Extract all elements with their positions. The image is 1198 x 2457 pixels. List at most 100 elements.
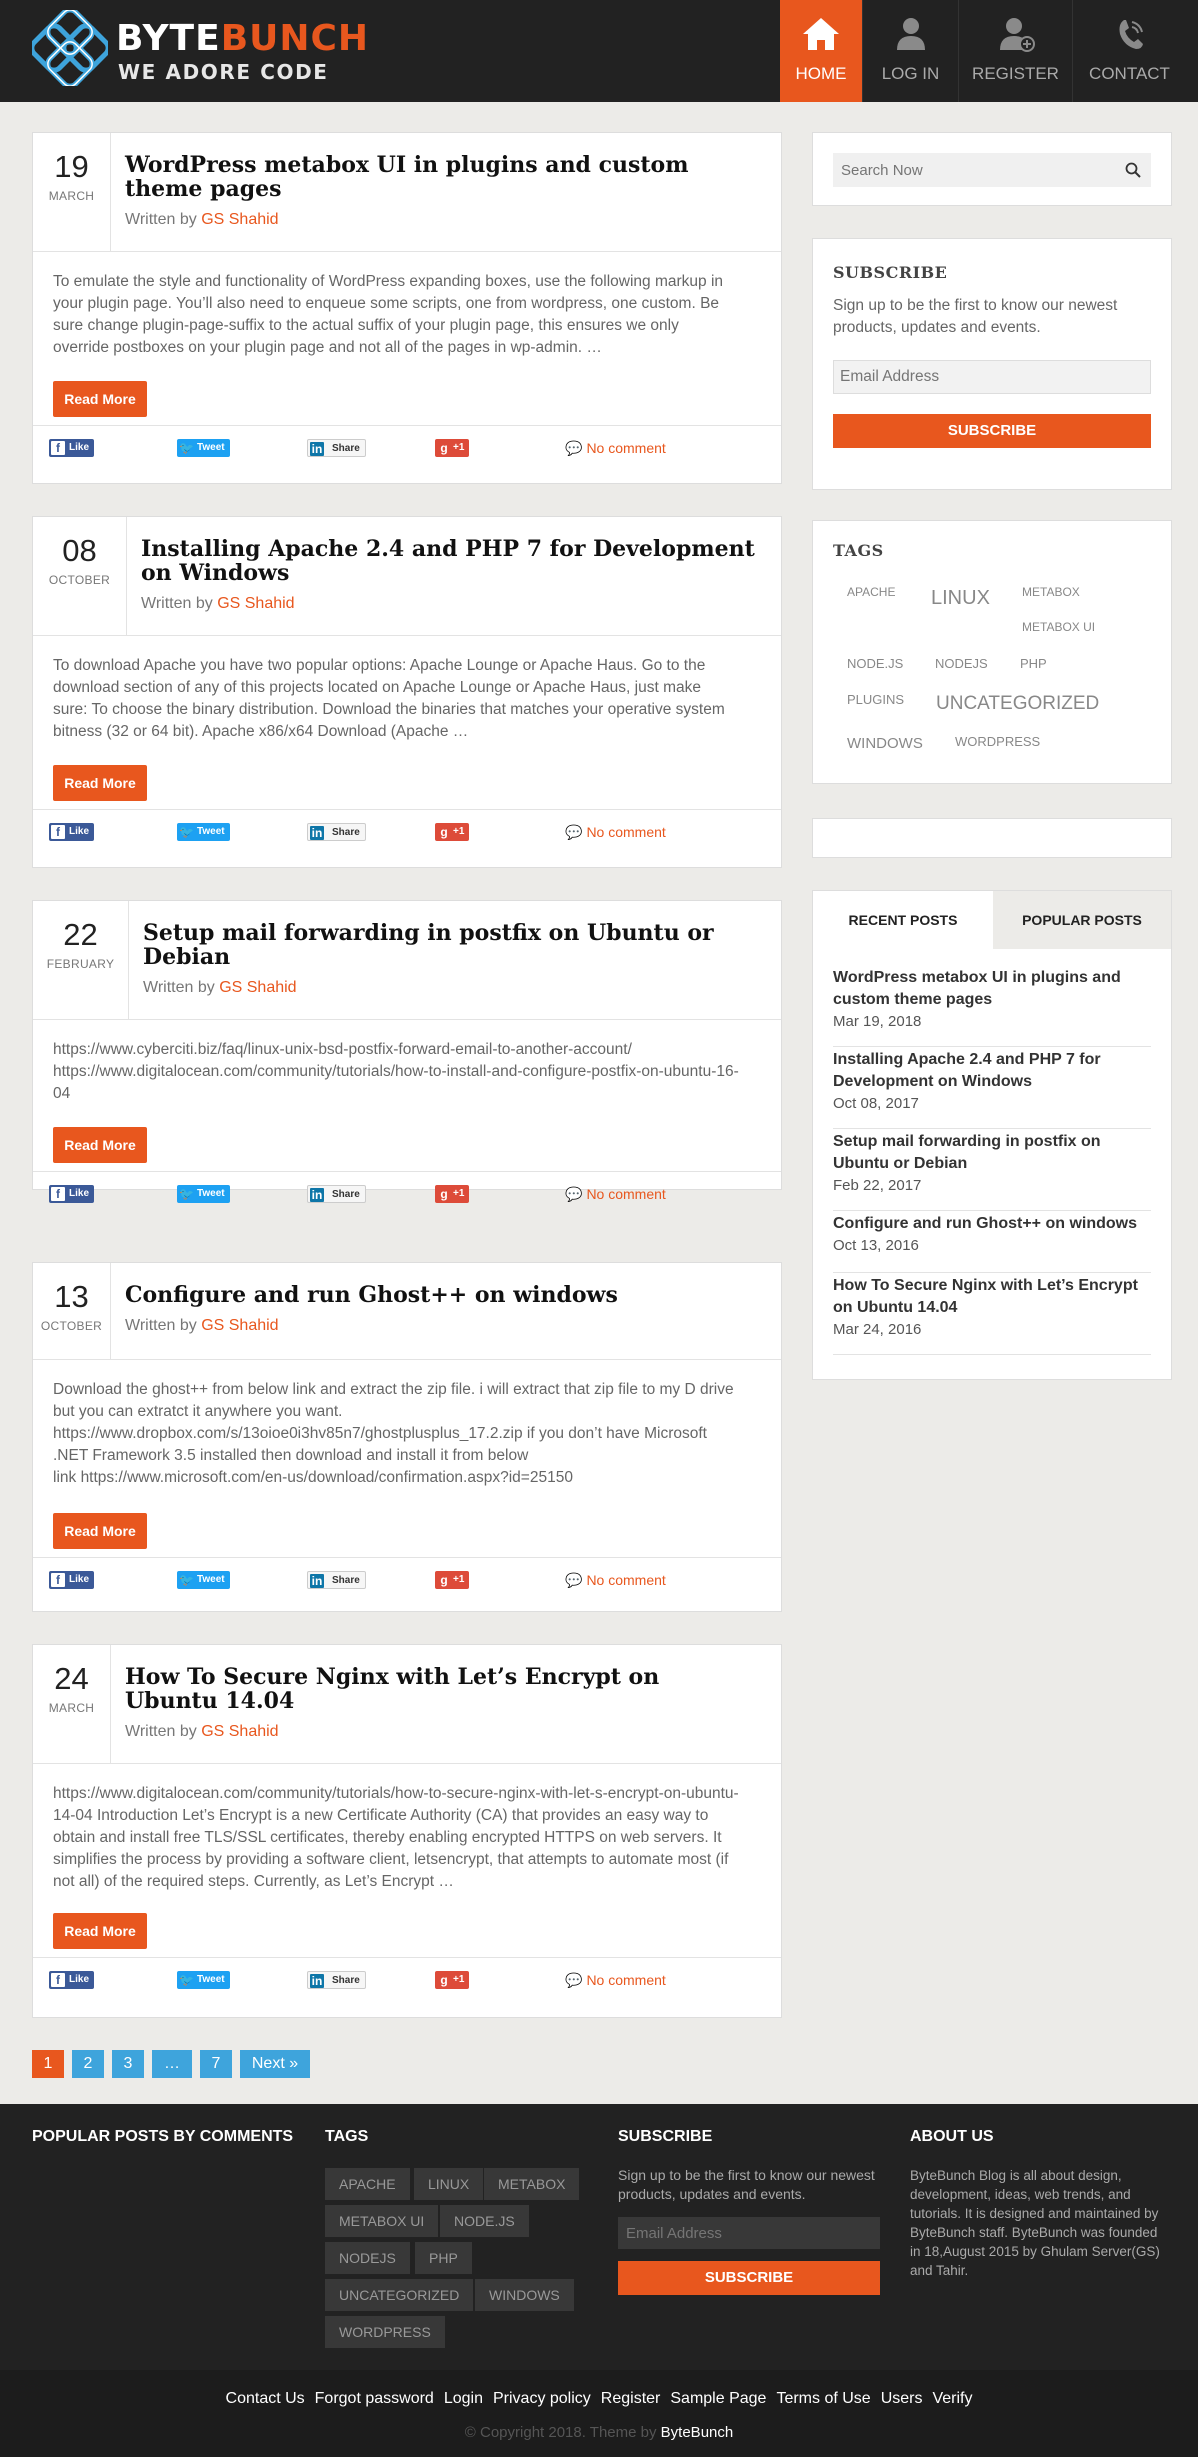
post-title-link[interactable]: How To Secure Nginx with Let’s Encrypt o… [125,1665,659,1713]
facebook-like-button[interactable]: f Like [49,823,95,841]
tag-link[interactable]: nodejs [935,656,988,671]
comments-link[interactable]: 💬 No comment [565,824,666,841]
next-page-link[interactable]: Next » [240,2050,310,2078]
footer-tag-link[interactable]: Uncategorized [325,2279,474,2311]
email-field[interactable] [833,360,1151,394]
facebook-like-button[interactable]: f Like [49,1571,95,1589]
subscribe-button[interactable]: SUBSCRIBE [833,414,1151,448]
nav-login[interactable]: LOG IN [862,0,958,102]
recent-post-title[interactable]: Configure and run Ghost++ on windows [833,1213,1151,1235]
post-title-link[interactable]: WordPress metabox UI in plugins and cust… [125,153,689,201]
tag-link[interactable]: windows [847,735,923,752]
google-plus-button[interactable]: g +1 [435,823,470,841]
footer-nav-link[interactable]: Contact Us [226,2390,305,2407]
tag-link[interactable]: metabox ui [1022,620,1095,634]
footer-nav-link[interactable]: Terms of Use [776,2390,870,2407]
comments-link[interactable]: 💬 No comment [565,440,666,457]
post-title-link[interactable]: Configure and run Ghost++ on windows [125,1283,618,1307]
nav-home[interactable]: HOME [780,0,862,102]
recent-post-item[interactable]: Installing Apache 2.4 and PHP 7 for Devel… [833,1049,1151,1129]
linkedin-share-button[interactable]: in Share [307,439,366,457]
footer-subscribe-button[interactable]: SUBSCRIBE [618,2261,880,2295]
tweet-button[interactable]: 🐦 Tweet [177,823,230,841]
footer-email-field[interactable] [618,2217,880,2249]
copyright-brand-link[interactable]: ByteBunch [661,2424,734,2441]
footer-tag-link[interactable]: nodejs [325,2242,410,2274]
post-excerpt-line: bitness (32 or 64 bit). Apache x86/x64 D… [53,723,469,740]
recent-post-item[interactable]: Setup mail forwarding in postfix on Ubunt… [833,1131,1151,1211]
recent-post-title[interactable]: WordPress metabox UI in plugins and custo… [833,967,1151,1011]
author-link[interactable]: GS Shahid [201,1317,278,1334]
tag-link[interactable]: metabox [1022,585,1080,599]
post-title-link[interactable]: Installing Apache 2.4 and PHP 7 for Deve… [141,537,755,585]
author-link[interactable]: GS Shahid [217,595,294,612]
footer-tag-link[interactable]: metabox ui [325,2205,439,2237]
tag-link[interactable]: plugins [847,692,904,707]
page-link[interactable]: 3 [112,2050,144,2078]
footer-nav-link[interactable]: Privacy policy [493,2390,591,2407]
footer-tag-link[interactable]: linux [414,2168,484,2200]
footer-tag-link[interactable]: apache [325,2168,410,2200]
google-plus-button[interactable]: g +1 [435,439,470,457]
read-more-button[interactable]: Read More [53,1913,147,1949]
footer-nav-link[interactable]: Users [881,2390,923,2407]
footer-nav-link[interactable]: Forgot password [315,2390,434,2407]
page-link-current[interactable]: 1 [32,2050,64,2078]
tab-recent-posts[interactable]: RECENT POSTS [813,891,993,949]
recent-post-title[interactable]: Setup mail forwarding in postfix on Ubunt… [833,1131,1151,1175]
author-link[interactable]: GS Shahid [219,979,296,996]
tab-popular-posts[interactable]: POPULAR POSTS [993,891,1171,949]
footer-nav-link[interactable]: Verify [932,2390,972,2407]
recent-post-item[interactable]: WordPress metabox UI in plugins and custo… [833,967,1151,1047]
read-more-button[interactable]: Read More [53,1127,147,1163]
tweet-button[interactable]: 🐦 Tweet [177,1971,230,1989]
page-link[interactable]: 2 [72,2050,104,2078]
tweet-button[interactable]: 🐦 Tweet [177,439,230,457]
read-more-button[interactable]: Read More [53,1513,147,1549]
recent-post-title[interactable]: Installing Apache 2.4 and PHP 7 for Devel… [833,1049,1151,1093]
tag-link[interactable]: php [1020,656,1047,671]
page-link[interactable]: 7 [200,2050,232,2078]
tag-link[interactable]: apache [847,585,895,599]
google-plus-button[interactable]: g +1 [435,1971,470,1989]
facebook-like-button[interactable]: f Like [49,439,95,457]
tag-link[interactable]: node.js [847,656,903,671]
footer-tag-link[interactable]: wordpress [325,2316,445,2348]
author-link[interactable]: GS Shahid [201,211,278,228]
recent-post-title[interactable]: How To Secure Nginx with Let’s Encrypt on… [833,1275,1151,1319]
footer-tag-link[interactable]: metabox [484,2168,580,2200]
site-logo[interactable]: BYTEBUNCH WE ADORE CODE [32,10,368,86]
facebook-like-button[interactable]: f Like [49,1971,95,1989]
comments-link[interactable]: 💬 No comment [565,1972,666,1989]
footer-tag-link[interactable]: node.js [440,2205,529,2237]
linkedin-share-button[interactable]: in Share [307,1185,366,1203]
recent-post-item[interactable]: Configure and run Ghost++ on windows Oct … [833,1213,1151,1273]
footer-nav-link[interactable]: Sample Page [670,2390,766,2407]
google-plus-button[interactable]: g +1 [435,1571,470,1589]
tag-link[interactable]: wordpress [955,734,1040,749]
nav-contact[interactable]: CONTACT [1072,0,1186,102]
post-title-link[interactable]: Setup mail forwarding in postfix on Ubun… [143,921,714,969]
search-input[interactable] [833,153,1113,187]
tweet-button[interactable]: 🐦 Tweet [177,1185,230,1203]
recent-post-item[interactable]: How To Secure Nginx with Let’s Encrypt on… [833,1275,1151,1355]
comments-link[interactable]: 💬 No comment [565,1572,666,1589]
tweet-button[interactable]: 🐦 Tweet [177,1571,230,1589]
tag-link[interactable]: Uncategorized [936,693,1099,715]
read-more-button[interactable]: Read More [53,765,147,801]
read-more-button[interactable]: Read More [53,381,147,417]
tag-link[interactable]: linux [931,587,990,610]
nav-register[interactable]: REGISTER [958,0,1072,102]
footer-nav-link[interactable]: Register [601,2390,661,2407]
comments-link[interactable]: 💬 No comment [565,1186,666,1203]
linkedin-share-button[interactable]: in Share [307,823,366,841]
author-link[interactable]: GS Shahid [201,1723,278,1740]
google-plus-button[interactable]: g +1 [435,1185,470,1203]
facebook-like-button[interactable]: f Like [49,1185,95,1203]
footer-nav-link[interactable]: Login [444,2390,483,2407]
search-icon[interactable] [1125,162,1141,178]
linkedin-share-button[interactable]: in Share [307,1971,366,1989]
footer-tag-link[interactable]: php [415,2242,472,2274]
footer-tag-link[interactable]: windows [475,2279,574,2311]
linkedin-share-button[interactable]: in Share [307,1571,366,1589]
